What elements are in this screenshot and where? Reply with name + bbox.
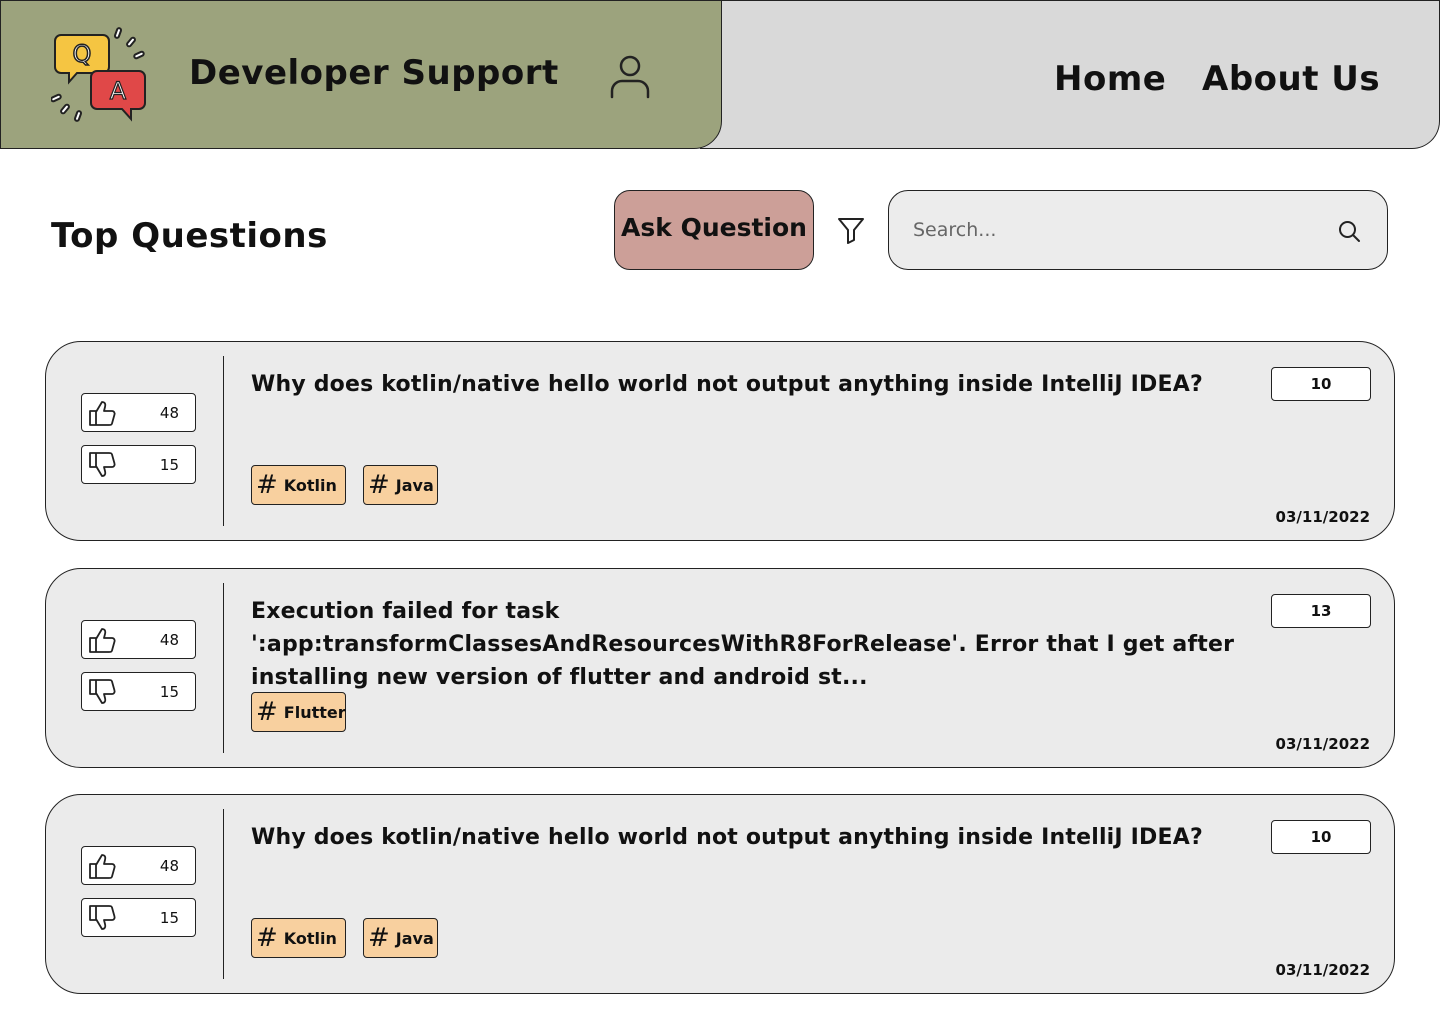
- card-divider: [223, 583, 224, 753]
- question-title[interactable]: Execution failed for task ':app:transfor…: [251, 595, 1241, 694]
- tag-label: Flutter: [283, 702, 346, 722]
- thumbs-down-icon: [89, 679, 116, 704]
- search-bar: [888, 190, 1388, 270]
- nav-about-link[interactable]: About Us: [1202, 59, 1380, 99]
- thumbs-down-icon: [89, 452, 116, 477]
- search-icon[interactable]: [1337, 219, 1361, 243]
- thumbs-up-icon: [89, 401, 116, 426]
- tag-label: Kotlin: [283, 928, 337, 948]
- question-date: 03/11/2022: [1275, 735, 1370, 753]
- upvote-button[interactable]: 48: [81, 846, 196, 885]
- hashtag-icon: #: [368, 923, 390, 953]
- hashtag-icon: #: [256, 470, 278, 500]
- upvote-count: 48: [159, 404, 179, 422]
- downvote-count: 15: [159, 456, 179, 474]
- answer-count: 10: [1271, 367, 1371, 401]
- header-nav-panel: Home About Us: [700, 0, 1440, 149]
- search-input[interactable]: [913, 215, 1313, 245]
- app-title: Developer Support: [189, 53, 559, 93]
- tag-label: Kotlin: [283, 475, 337, 495]
- hashtag-icon: #: [368, 470, 390, 500]
- nav-home-link[interactable]: Home: [1054, 59, 1166, 99]
- tag-kotlin[interactable]: # Kotlin: [251, 465, 346, 505]
- page-title: Top Questions: [51, 216, 328, 256]
- page: Home About Us Q A Developer Support Top …: [0, 0, 1440, 1024]
- tag-kotlin[interactable]: # Kotlin: [251, 918, 346, 958]
- tag-label: Java: [395, 475, 434, 495]
- upvote-button[interactable]: 48: [81, 620, 196, 659]
- tag-label: Java: [395, 928, 434, 948]
- hashtag-icon: #: [256, 923, 278, 953]
- tag-flutter[interactable]: # Flutter: [251, 692, 346, 732]
- thumbs-down-icon: [89, 905, 116, 930]
- logo-q-letter: Q: [73, 40, 92, 68]
- answer-count: 10: [1271, 820, 1371, 854]
- question-card[interactable]: 48 15 Execution failed for task ':app:tr…: [45, 568, 1395, 768]
- downvote-button[interactable]: 15: [81, 445, 196, 484]
- question-date: 03/11/2022: [1275, 508, 1370, 526]
- upvote-count: 48: [159, 631, 179, 649]
- question-card[interactable]: 48 15 Why does kotlin/native hello world…: [45, 794, 1395, 994]
- thumbs-up-icon: [89, 628, 116, 653]
- upvote-button[interactable]: 48: [81, 393, 196, 432]
- downvote-count: 15: [159, 909, 179, 927]
- downvote-button[interactable]: 15: [81, 898, 196, 937]
- header-brand-panel: Q A Developer Support: [0, 0, 722, 149]
- card-divider: [223, 809, 224, 979]
- filter-icon[interactable]: [836, 215, 866, 245]
- qa-logo-icon[interactable]: Q A: [51, 25, 155, 127]
- tag-java[interactable]: # Java: [363, 918, 438, 958]
- question-date: 03/11/2022: [1275, 961, 1370, 979]
- question-title[interactable]: Why does kotlin/native hello world not o…: [251, 368, 1241, 401]
- question-title[interactable]: Why does kotlin/native hello world not o…: [251, 821, 1241, 854]
- ask-question-button[interactable]: Ask Question: [614, 190, 814, 270]
- card-divider: [223, 356, 224, 526]
- tag-java[interactable]: # Java: [363, 465, 438, 505]
- hashtag-icon: #: [256, 697, 278, 727]
- upvote-count: 48: [159, 857, 179, 875]
- downvote-count: 15: [159, 683, 179, 701]
- thumbs-up-icon: [89, 854, 116, 879]
- downvote-button[interactable]: 15: [81, 672, 196, 711]
- user-profile-icon[interactable]: [609, 53, 651, 99]
- question-card[interactable]: 48 15 Why does kotlin/native hello world…: [45, 341, 1395, 541]
- logo-a-letter: A: [110, 77, 127, 105]
- answer-count: 13: [1271, 594, 1371, 628]
